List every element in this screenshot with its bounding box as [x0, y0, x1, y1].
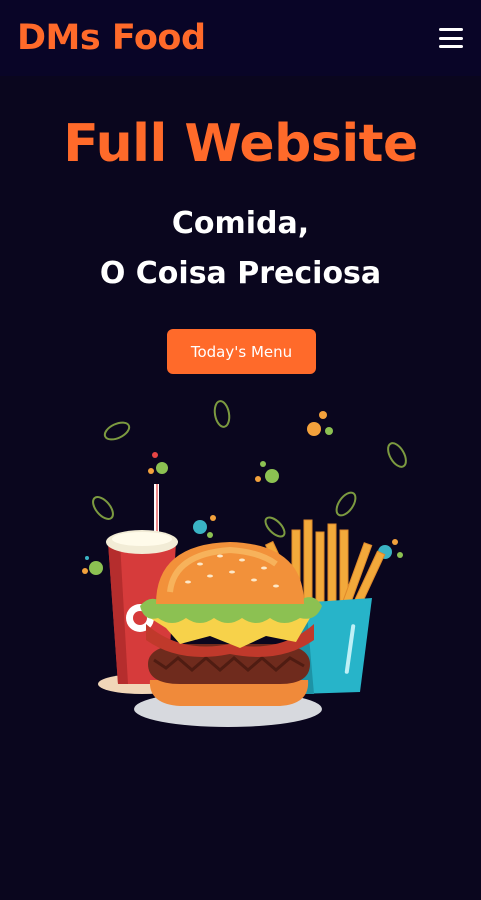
menu-bar [439, 45, 463, 48]
brand-logo[interactable]: DMs Food [17, 18, 206, 58]
hero-title: Full Website [63, 114, 418, 174]
todays-menu-button[interactable]: Today's Menu [167, 329, 316, 374]
hero-subtitle-line2: O Coisa Preciosa [99, 256, 382, 291]
hero-subtitle-line1: Comida, [171, 206, 310, 241]
navbar: DMs Food [0, 0, 481, 76]
food-illustration [82, 400, 407, 727]
menu-bar [439, 36, 463, 40]
hamburger-menu-icon[interactable] [439, 28, 463, 48]
menu-bar [439, 28, 463, 31]
